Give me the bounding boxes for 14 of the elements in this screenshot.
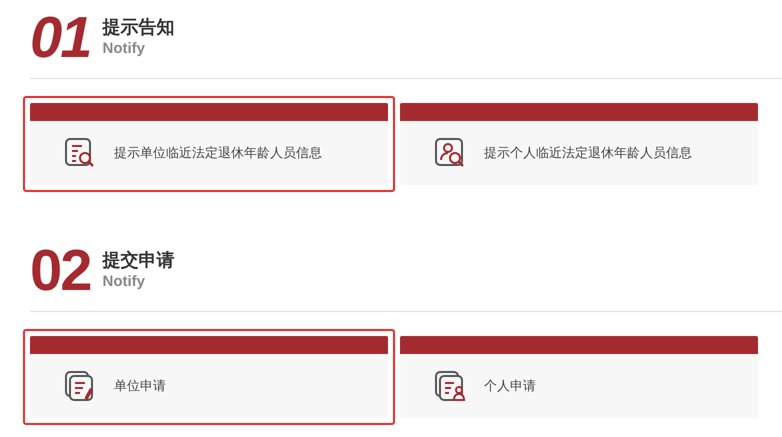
section-title: 提示告知 [102,16,175,40]
service-card[interactable]: 个人申请 [400,336,758,418]
service-card[interactable]: 提示个人临近法定退休年龄人员信息 [400,103,758,185]
section-number: 01 [30,12,91,64]
service-card[interactable]: 提示单位临近法定退休年龄人员信息 [30,103,388,185]
documents-person-icon [434,370,466,402]
service-card[interactable]: 单位申请 [30,336,388,418]
section-number: 02 [30,245,91,297]
section-subtitle: Notify [102,40,146,58]
document-search-icon [64,137,96,169]
section-subtitle: Notify [102,273,146,291]
section-title: 提交申请 [102,249,175,273]
documents-pen-icon [64,370,96,402]
person-search-icon [434,137,466,169]
